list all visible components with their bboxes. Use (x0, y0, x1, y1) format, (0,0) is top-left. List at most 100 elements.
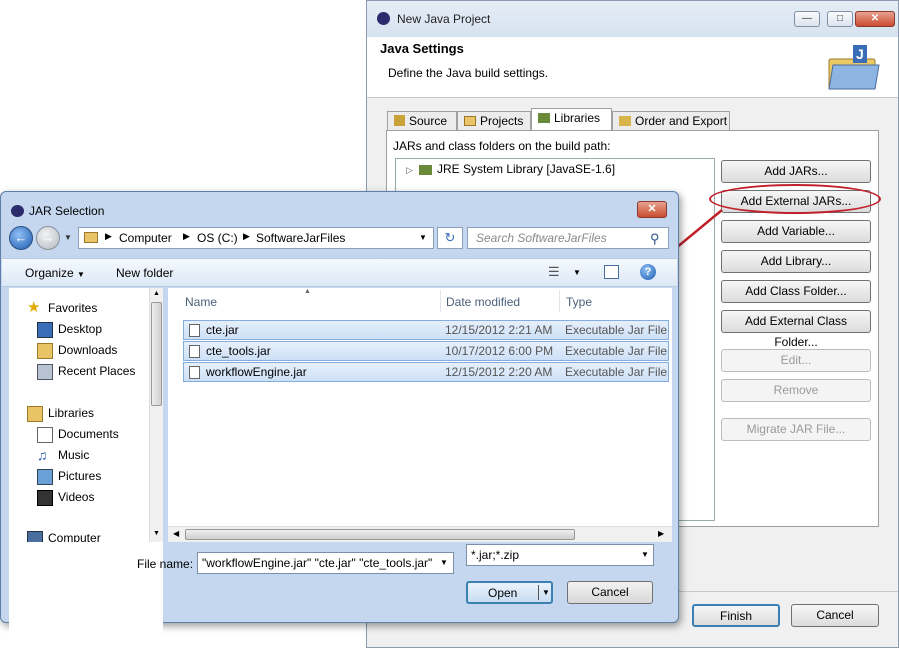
highlight-ellipse (709, 184, 881, 214)
tab-source[interactable]: Source (387, 111, 457, 131)
file-type-select[interactable]: *.jar;*.zip ▼ (466, 544, 654, 566)
edit-button[interactable]: Edit... (721, 349, 871, 372)
nav-item-videos[interactable]: Videos (37, 487, 147, 507)
jar-close-button[interactable]: ✕ (637, 201, 667, 218)
open-button-wrap[interactable]: Open ▼ (466, 581, 553, 604)
nav-label: Documents (58, 427, 119, 441)
tab-order-and-export[interactable]: Order and Export (612, 111, 730, 131)
column-type[interactable]: Type (566, 295, 592, 309)
nav-label: Pictures (58, 469, 102, 483)
jar-selection-dialog: JAR Selection ✕ ← → ▼ ▶ Computer ▶ OS (C… (0, 191, 679, 638)
file-date: 12/15/2012 2:21 AM (445, 323, 553, 337)
navigation-pane: ★ Favorites Desktop Downloads Recent Plac… (9, 288, 163, 638)
view-options-icon[interactable]: ☰ (548, 264, 560, 280)
preview-pane-icon[interactable] (604, 265, 619, 279)
scroll-down-icon[interactable]: ▼ (153, 530, 160, 537)
folder-icon (84, 232, 98, 243)
tab-libraries-label: Libraries (554, 111, 601, 125)
remove-button[interactable]: Remove (721, 379, 871, 402)
nav-item-pictures[interactable]: Pictures (37, 466, 147, 486)
nav-label: Libraries (48, 406, 95, 420)
help-icon[interactable]: ? (640, 264, 656, 280)
new-folder-button[interactable]: New folder (116, 266, 173, 280)
add-library-button[interactable]: Add Library... (721, 250, 871, 273)
column-name[interactable]: Name (185, 295, 217, 309)
nav-item-desktop[interactable]: Desktop (37, 319, 147, 339)
file-type: Executable Jar File (565, 365, 668, 379)
add-class-folder-button[interactable]: Add Class Folder... (721, 280, 871, 303)
refresh-button[interactable]: ↻ (437, 227, 463, 249)
documents-icon (37, 427, 53, 443)
file-name: cte_tools.jar (206, 344, 271, 358)
organize-menu[interactable]: Organize ▼ (25, 266, 85, 280)
file-type-dropdown-icon[interactable]: ▼ (641, 550, 649, 559)
column-date-modified[interactable]: Date modified (446, 295, 520, 309)
column-divider (559, 290, 560, 312)
nav-scroll-thumb[interactable] (151, 302, 162, 406)
add-jars-button[interactable]: Add JARs... (721, 160, 871, 183)
file-date: 10/17/2012 6:00 PM (445, 344, 554, 358)
file-name-input[interactable]: "workflowEngine.jar" "cte.jar" "cte_tool… (197, 552, 454, 574)
eclipse-icon (377, 12, 390, 25)
nav-item-favorites[interactable]: ★ Favorites (27, 298, 137, 318)
tab-projects[interactable]: Projects (457, 111, 531, 131)
downloads-icon (37, 343, 53, 359)
migrate-jar-file-button[interactable]: Migrate JAR File... (721, 418, 871, 441)
jre-library-icon (419, 165, 432, 175)
horizontal-scrollbar[interactable]: ◀ ▶ (168, 526, 672, 542)
recent-pages-icon[interactable]: ▼ (64, 233, 72, 242)
nav-label: Videos (58, 490, 95, 504)
file-type: Executable Jar File (565, 344, 668, 358)
breadcrumb-folder[interactable]: SoftwareJarFiles (256, 231, 345, 245)
nav-item-recent-places[interactable]: Recent Places (37, 361, 147, 381)
breadcrumb-arrow-icon: ▶ (183, 231, 190, 241)
address-dropdown-icon[interactable]: ▼ (419, 233, 427, 242)
file-name-dropdown-icon[interactable]: ▼ (440, 558, 448, 567)
open-button-label: Open (488, 586, 518, 600)
nav-label: Favorites (48, 301, 98, 315)
breadcrumb-drive[interactable]: OS (C:) (197, 231, 238, 245)
nav-item-libraries[interactable]: Libraries (27, 403, 137, 423)
view-dropdown-icon[interactable]: ▼ (573, 268, 581, 277)
header-title: Java Settings (380, 41, 464, 56)
nav-scrollbar[interactable]: ▲ ▼ (149, 288, 163, 542)
tab-order-export-label: Order and Export (635, 114, 728, 128)
scroll-left-icon[interactable]: ◀ (173, 529, 179, 538)
address-bar[interactable]: ▶ Computer ▶ OS (C:) ▶ SoftwareJarFiles … (78, 227, 434, 249)
file-row[interactable]: cte.jar 12/15/2012 2:21 AM Executable Ja… (183, 320, 669, 340)
minimize-button[interactable]: — (794, 11, 820, 27)
cancel-button[interactable]: Cancel (791, 604, 879, 627)
source-icon (394, 115, 405, 126)
horizontal-scroll-thumb[interactable] (185, 529, 575, 540)
add-variable-button[interactable]: Add Variable... (721, 220, 871, 243)
close-button[interactable]: ✕ (855, 11, 895, 27)
tree-item-jre[interactable]: JRE System Library [JavaSE-1.6] (437, 162, 615, 176)
scroll-right-icon[interactable]: ▶ (658, 529, 664, 538)
back-button[interactable]: ← (9, 226, 33, 250)
scroll-up-icon[interactable]: ▲ (153, 290, 160, 297)
file-type-value: *.jar;*.zip (471, 548, 520, 562)
file-row[interactable]: workflowEngine.jar 12/15/2012 2:20 AM Ex… (183, 362, 669, 382)
nav-item-computer[interactable]: Computer (27, 528, 137, 542)
organize-label: Organize (25, 266, 74, 280)
open-dropdown-icon[interactable]: ▼ (542, 588, 550, 597)
forward-button[interactable]: → (36, 226, 60, 250)
tab-projects-label: Projects (480, 114, 524, 128)
header-description: Define the Java build settings. (388, 66, 549, 80)
nav-item-music[interactable]: ♫ Music (37, 445, 147, 465)
breadcrumb-computer[interactable]: Computer (119, 231, 172, 245)
tab-libraries[interactable]: Libraries (531, 108, 612, 131)
add-external-class-folder-button[interactable]: Add External Class Folder... (721, 310, 871, 349)
java-folder-icon: J (825, 43, 881, 91)
sort-arrow-icon: ▲ (304, 288, 311, 295)
finish-button[interactable]: Finish (692, 604, 780, 627)
breadcrumb-arrow-icon: ▶ (243, 231, 250, 241)
nav-item-documents[interactable]: Documents (37, 424, 147, 444)
file-row[interactable]: cte_tools.jar 10/17/2012 6:00 PM Executa… (183, 341, 669, 361)
nav-item-downloads[interactable]: Downloads (37, 340, 147, 360)
jar-file-icon (189, 324, 200, 337)
tree-expand-icon[interactable]: ▷ (406, 165, 413, 176)
search-input[interactable]: Search SoftwareJarFiles ⚲ (467, 227, 669, 249)
jar-cancel-button[interactable]: Cancel (567, 581, 653, 604)
maximize-button[interactable]: □ (827, 11, 853, 27)
